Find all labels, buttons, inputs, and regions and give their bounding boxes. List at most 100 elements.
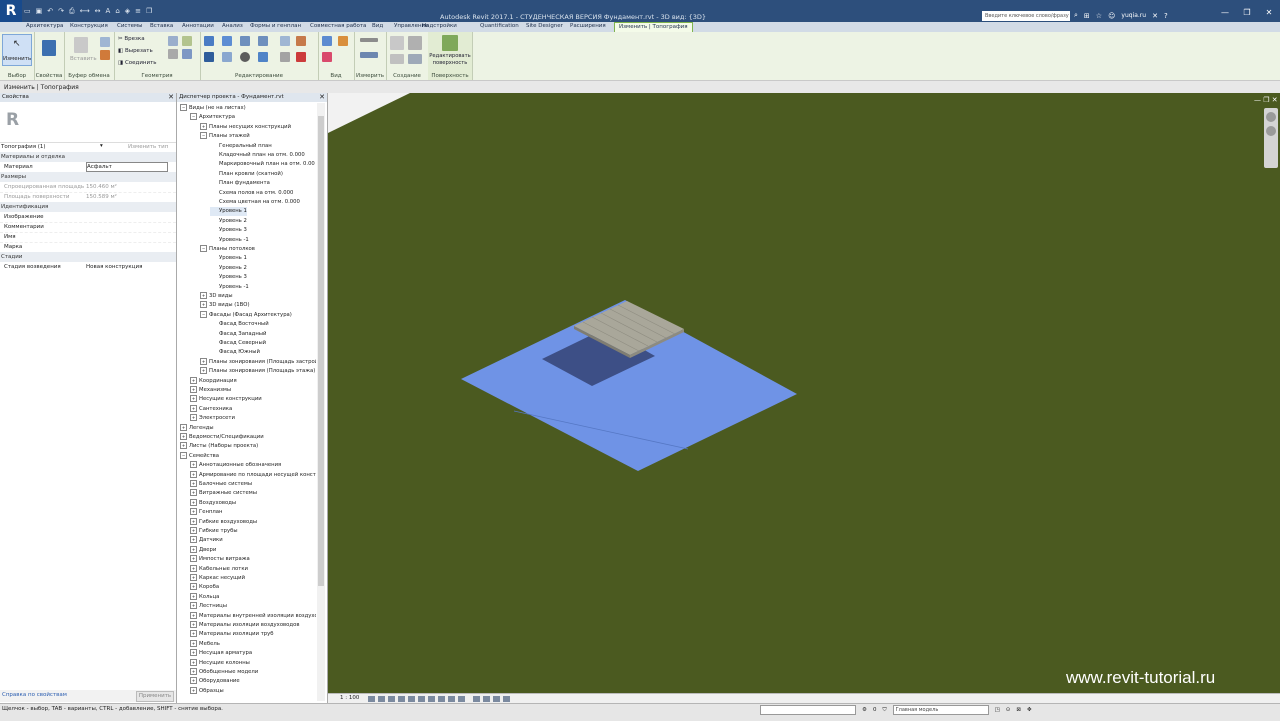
- browser-item[interactable]: + Несущая арматура: [190, 649, 252, 658]
- workset-field[interactable]: [760, 705, 856, 715]
- expand-icon[interactable]: +: [190, 461, 197, 469]
- linework-icon[interactable]: [322, 52, 332, 62]
- tab-10[interactable]: Надстройки: [422, 23, 457, 29]
- expand-icon[interactable]: +: [190, 658, 197, 666]
- reveal-hidden-icon[interactable]: [458, 696, 465, 702]
- browser-item[interactable]: План кровли (скатной): [210, 170, 283, 179]
- tab-6[interactable]: Формы и генплан: [250, 23, 301, 29]
- dimension-icon[interactable]: ↔: [95, 7, 101, 15]
- expand-icon[interactable]: +: [190, 527, 197, 534]
- browser-item[interactable]: + Обобщенные модели: [190, 668, 258, 677]
- select-underlay-icon[interactable]: ⊠: [1016, 707, 1021, 713]
- browser-item[interactable]: + Гибкие воздуховоды: [190, 517, 257, 527]
- move-icon[interactable]: [204, 52, 214, 62]
- tab-1[interactable]: Конструкция: [70, 23, 108, 29]
- offset-icon[interactable]: [222, 36, 232, 46]
- create-parts-icon[interactable]: [408, 36, 422, 50]
- select-label[interactable]: Выбор: [0, 73, 34, 79]
- browser-item[interactable]: План фундамента: [210, 179, 270, 188]
- copy-icon[interactable]: [100, 37, 110, 47]
- browser-item[interactable]: + Гибкие трубы: [190, 527, 238, 536]
- browser-item[interactable]: + Кольца: [190, 592, 219, 602]
- expand-icon[interactable]: +: [190, 602, 197, 610]
- save-icon[interactable]: ▣: [36, 7, 43, 15]
- expand-icon[interactable]: +: [190, 489, 197, 497]
- browser-item[interactable]: Уровень 2: [210, 217, 247, 226]
- maximize-icon[interactable]: ❐: [1236, 8, 1258, 17]
- tab-0[interactable]: Архитектура: [26, 23, 63, 29]
- browser-scrollbar-thumb[interactable]: [318, 116, 324, 586]
- collapse-icon[interactable]: −: [180, 451, 187, 459]
- view-scale[interactable]: 1 : 100: [340, 695, 359, 701]
- create-assembly-icon[interactable]: [390, 36, 404, 50]
- user-name[interactable]: yuqia.ru: [1121, 12, 1146, 19]
- expand-icon[interactable]: +: [190, 404, 197, 412]
- edit-type-button[interactable]: Изменить тип: [128, 144, 168, 150]
- show-crop-icon[interactable]: [428, 696, 435, 702]
- browser-item[interactable]: Уровень -1: [210, 236, 249, 245]
- browser-item[interactable]: − Планы потолков: [200, 245, 255, 254]
- browser-item[interactable]: + Датчики: [190, 536, 223, 545]
- browser-item[interactable]: +3D виды: [200, 292, 233, 301]
- analytical-model-icon[interactable]: [483, 696, 490, 702]
- property-value[interactable]: Асфальт: [86, 162, 168, 172]
- tab-5[interactable]: Анализ: [222, 23, 243, 29]
- drag-elements-icon[interactable]: ✥: [1027, 707, 1032, 713]
- trim-icon[interactable]: [258, 52, 268, 62]
- crop-view-icon[interactable]: [418, 696, 425, 702]
- demolish-icon[interactable]: [182, 49, 192, 59]
- property-group-header[interactable]: Размеры: [0, 172, 176, 182]
- browser-item[interactable]: + Импосты витража: [190, 555, 250, 564]
- expand-icon[interactable]: +: [190, 677, 197, 685]
- split-icon[interactable]: [280, 36, 290, 46]
- browser-item[interactable]: + Двери: [190, 545, 216, 555]
- browser-item[interactable]: + Материалы изоляции труб: [190, 630, 274, 639]
- browser-item[interactable]: + Генплан: [190, 508, 223, 517]
- browser-item[interactable]: Схема полов на отм. 0.000: [210, 189, 293, 198]
- undo-icon[interactable]: ↶: [47, 7, 53, 15]
- help-icon[interactable]: ?: [1164, 12, 1168, 20]
- measure-line-icon[interactable]: [360, 38, 378, 42]
- design-options-field[interactable]: Главная модель: [892, 705, 989, 715]
- collapse-icon[interactable]: −: [200, 132, 207, 140]
- create-similar-icon[interactable]: [408, 54, 422, 64]
- expand-icon[interactable]: +: [180, 423, 187, 431]
- property-group-header[interactable]: Материалы и отделка: [0, 152, 176, 162]
- expand-icon[interactable]: +: [190, 649, 197, 657]
- filter-icon[interactable]: ⛉: [882, 707, 886, 714]
- align-icon[interactable]: [204, 36, 214, 46]
- browser-item[interactable]: + Короба: [190, 583, 219, 592]
- switch-windows-icon[interactable]: ❐: [146, 7, 152, 15]
- collapse-icon[interactable]: −: [180, 104, 187, 111]
- section-icon[interactable]: ◈: [125, 7, 130, 15]
- cut-icon[interactable]: [100, 50, 110, 60]
- property-group-header[interactable]: Стадии: [0, 252, 176, 262]
- cope-button[interactable]: ✂ Врезка: [118, 36, 145, 42]
- type-dropdown-icon[interactable]: ▾: [100, 143, 103, 149]
- redo-icon[interactable]: ↷: [58, 7, 64, 15]
- user-icon[interactable]: ☺: [1108, 12, 1115, 20]
- browser-item[interactable]: Уровень 2: [210, 264, 247, 273]
- expand-icon[interactable]: +: [200, 357, 207, 365]
- expand-icon[interactable]: +: [190, 376, 197, 384]
- expand-icon[interactable]: +: [200, 122, 207, 130]
- expand-icon[interactable]: +: [190, 630, 197, 638]
- property-value[interactable]: 150.589 м²: [86, 192, 117, 202]
- expand-icon[interactable]: +: [190, 611, 197, 619]
- print-icon[interactable]: ⎙: [69, 7, 75, 16]
- paste-icon[interactable]: [74, 37, 88, 53]
- browser-item[interactable]: + Листы (Наборы проекта): [180, 442, 258, 451]
- detail-level-icon[interactable]: [368, 696, 375, 702]
- expand-icon[interactable]: +: [190, 508, 197, 516]
- join-button[interactable]: ◨ Соединить: [118, 60, 157, 66]
- browser-item[interactable]: + Аннотационные обозначения: [190, 461, 281, 470]
- edit-surface-icon[interactable]: [442, 35, 458, 51]
- measure-icon[interactable]: ⟷: [80, 7, 90, 15]
- browser-item[interactable]: Фасад Восточный: [210, 320, 269, 329]
- browser-item[interactable]: − Семейства: [180, 451, 219, 461]
- browser-item[interactable]: Уровень 3: [210, 226, 247, 235]
- expand-icon[interactable]: +: [190, 414, 197, 422]
- browser-item[interactable]: Схема цветная на отм. 0.000: [210, 198, 300, 207]
- tab-11[interactable]: Quantification: [480, 23, 519, 29]
- viewport-window-controls[interactable]: — ❐ ✕: [1254, 96, 1278, 104]
